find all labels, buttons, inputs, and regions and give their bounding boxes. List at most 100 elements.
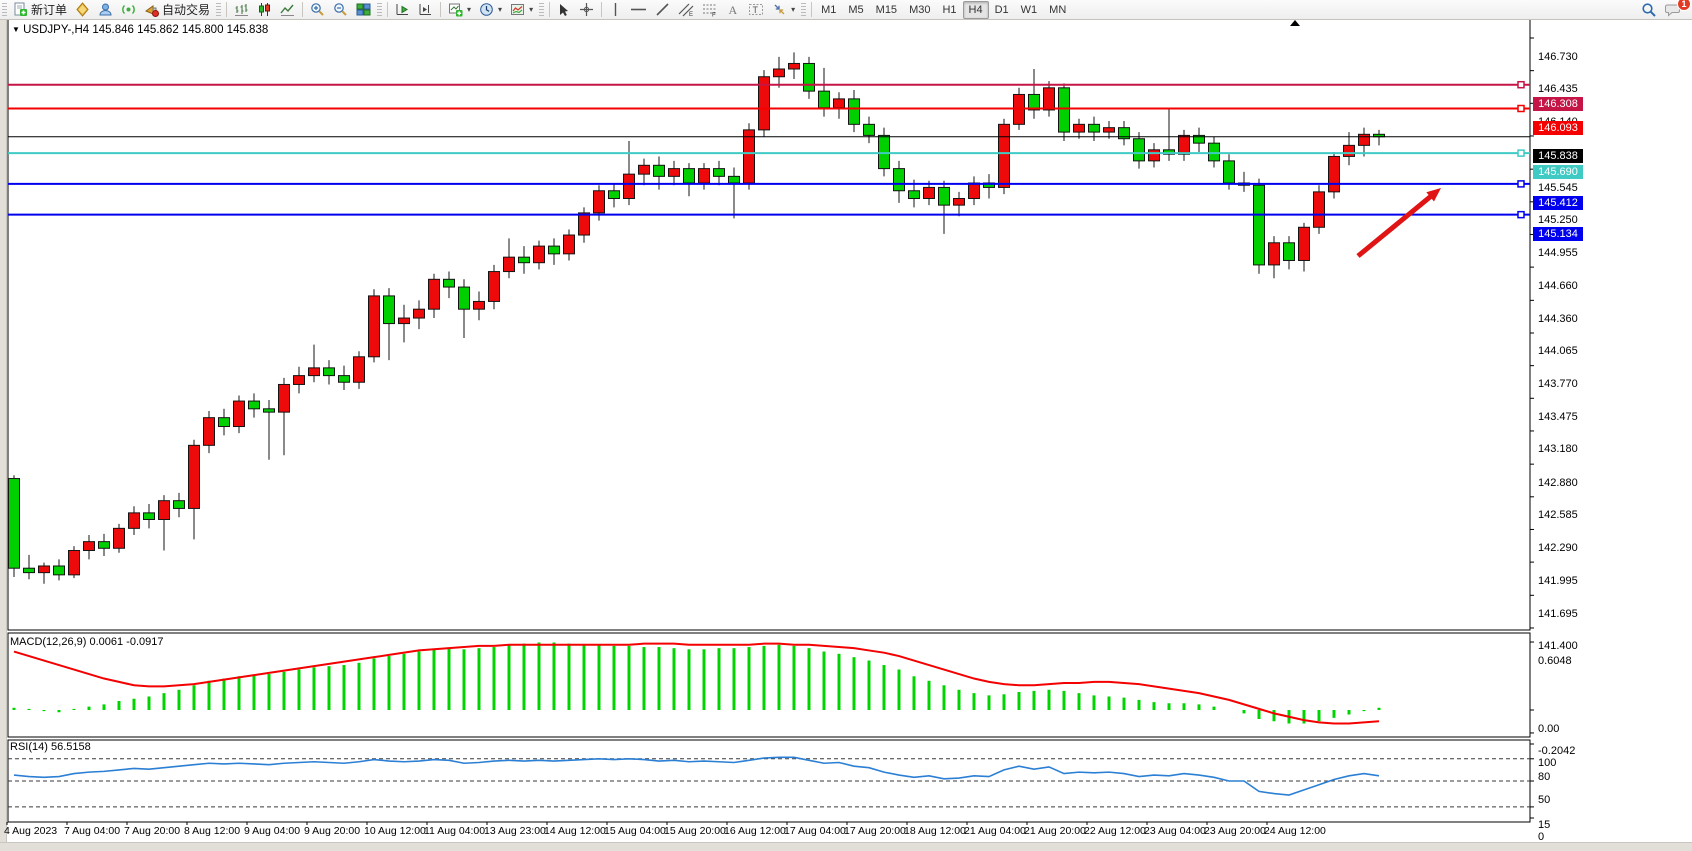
candle-body bbox=[969, 183, 980, 198]
vertical-line-tool-button[interactable] bbox=[605, 0, 626, 19]
chart-dropdown-icon[interactable]: ▼ bbox=[12, 25, 20, 34]
time-axis-label: 13 Aug 23:00 bbox=[484, 825, 546, 837]
metaeditor-button[interactable] bbox=[71, 0, 94, 19]
new-chart-button[interactable]: ▾ bbox=[444, 0, 475, 19]
timeframe-button-h4[interactable]: H4 bbox=[963, 1, 989, 19]
time-axis-label: 21 Aug 20:00 bbox=[1024, 825, 1086, 837]
candle-body bbox=[744, 130, 755, 183]
zoom-out-button[interactable] bbox=[329, 0, 352, 19]
timeframe-button-mn[interactable]: MN bbox=[1043, 1, 1072, 19]
templates-button[interactable]: ▾ bbox=[506, 0, 537, 19]
tile-windows-button[interactable] bbox=[352, 0, 375, 19]
news-button[interactable] bbox=[117, 0, 140, 19]
chart-plot[interactable] bbox=[0, 19, 1692, 851]
candle-body bbox=[774, 69, 785, 77]
toolbar-grip[interactable] bbox=[539, 3, 544, 17]
time-axis-label: 10 Aug 12:00 bbox=[364, 825, 426, 837]
auto-scroll-icon bbox=[395, 2, 410, 17]
fibonacci-icon: F bbox=[702, 2, 718, 17]
price-tick-label: 145.250 bbox=[1538, 214, 1578, 226]
text-label-tool-button[interactable]: T bbox=[744, 0, 768, 19]
timeframe-button-w1[interactable]: W1 bbox=[1015, 1, 1044, 19]
candle-body bbox=[189, 445, 200, 508]
time-axis-label: 7 Aug 20:00 bbox=[124, 825, 180, 837]
level-price-badge: 145.412 bbox=[1533, 196, 1583, 210]
toolbar-grip[interactable] bbox=[801, 3, 806, 17]
toolbar: 新订单 自动交易 bbox=[0, 0, 1692, 20]
level-drag-handle[interactable] bbox=[1518, 181, 1524, 187]
arrows-tool-button[interactable]: ▾ bbox=[768, 0, 799, 19]
periods-button[interactable]: ▾ bbox=[475, 0, 506, 19]
candle-body bbox=[1329, 156, 1340, 191]
toolbar-grip[interactable] bbox=[2, 3, 7, 17]
text-tool-button[interactable]: A bbox=[722, 0, 744, 19]
cursor-icon bbox=[557, 3, 571, 17]
candle-body bbox=[1044, 88, 1055, 110]
price-tick-label: 144.065 bbox=[1538, 345, 1578, 357]
channel-tool-button[interactable]: E bbox=[674, 0, 698, 19]
candle-body bbox=[729, 176, 740, 183]
svg-text:T: T bbox=[753, 5, 759, 15]
bar-chart-icon bbox=[234, 2, 249, 17]
chart-shift-marker[interactable] bbox=[1290, 20, 1300, 26]
candle-body bbox=[309, 368, 320, 376]
search-icon bbox=[1641, 2, 1657, 18]
time-axis-label: 8 Aug 12:00 bbox=[184, 825, 240, 837]
toolbar-grip[interactable] bbox=[377, 3, 382, 17]
bar-chart-mode-button[interactable] bbox=[230, 0, 253, 19]
autotrading-button[interactable]: 自动交易 bbox=[140, 0, 214, 19]
candlestick-mode-button[interactable] bbox=[253, 0, 276, 19]
time-axis-label: 15 Aug 04:00 bbox=[604, 825, 666, 837]
search-button[interactable] bbox=[1637, 0, 1661, 19]
auto-scroll-button[interactable] bbox=[391, 0, 414, 19]
candle-body bbox=[369, 296, 380, 357]
cursor-tool-button[interactable] bbox=[553, 0, 575, 19]
candle-body bbox=[489, 272, 500, 302]
timeframe-button-d1[interactable]: D1 bbox=[989, 1, 1015, 19]
level-price-badge: 145.690 bbox=[1533, 165, 1583, 179]
rsi-label: RSI(14) 56.5158 bbox=[10, 741, 91, 753]
candle-body bbox=[579, 213, 590, 235]
time-axis-label: 4 Aug 2023 bbox=[4, 825, 57, 837]
candle-body bbox=[69, 550, 80, 574]
level-drag-handle[interactable] bbox=[1518, 212, 1524, 218]
candle-body bbox=[294, 376, 305, 385]
candle-body bbox=[384, 296, 395, 324]
community-button[interactable] bbox=[94, 0, 117, 19]
zoom-in-button[interactable] bbox=[306, 0, 329, 19]
candle-body bbox=[459, 287, 470, 309]
timeframe-button-h1[interactable]: H1 bbox=[936, 1, 962, 19]
new-chart-icon bbox=[448, 2, 463, 17]
candle-body bbox=[864, 124, 875, 135]
candle-body bbox=[24, 568, 35, 572]
chart-shift-button[interactable] bbox=[414, 0, 437, 19]
trendline-icon bbox=[655, 2, 670, 17]
candle-body bbox=[54, 566, 65, 575]
timeframe-button-m5[interactable]: M5 bbox=[842, 1, 869, 19]
timeframe-button-m30[interactable]: M30 bbox=[903, 1, 936, 19]
candle-body bbox=[624, 174, 635, 198]
horizontal-line-tool-button[interactable] bbox=[626, 0, 651, 19]
candle-body bbox=[804, 63, 815, 91]
vertical-line-icon bbox=[609, 2, 622, 17]
zoom-in-icon bbox=[310, 2, 325, 17]
level-drag-handle[interactable] bbox=[1518, 106, 1524, 112]
candle-body bbox=[1359, 134, 1370, 145]
time-axis-label: 24 Aug 12:00 bbox=[1264, 825, 1326, 837]
time-axis-label: 9 Aug 04:00 bbox=[244, 825, 300, 837]
candle-body bbox=[714, 169, 725, 177]
trendline-tool-button[interactable] bbox=[651, 0, 674, 19]
candle-body bbox=[84, 542, 95, 551]
level-drag-handle[interactable] bbox=[1518, 82, 1524, 88]
new-order-button[interactable]: 新订单 bbox=[9, 0, 71, 19]
timeframe-button-m1[interactable]: M1 bbox=[815, 1, 842, 19]
time-axis-label: 21 Aug 04:00 bbox=[964, 825, 1026, 837]
toolbar-grip[interactable] bbox=[216, 3, 221, 17]
fibonacci-tool-button[interactable]: F bbox=[698, 0, 722, 19]
crosshair-tool-button[interactable] bbox=[575, 0, 598, 19]
line-chart-mode-button[interactable] bbox=[276, 0, 299, 19]
timeframe-button-m15[interactable]: M15 bbox=[870, 1, 903, 19]
notifications-button[interactable]: 1 bbox=[1661, 0, 1686, 19]
annotation-arrow[interactable] bbox=[1358, 194, 1433, 256]
level-drag-handle[interactable] bbox=[1518, 150, 1524, 156]
